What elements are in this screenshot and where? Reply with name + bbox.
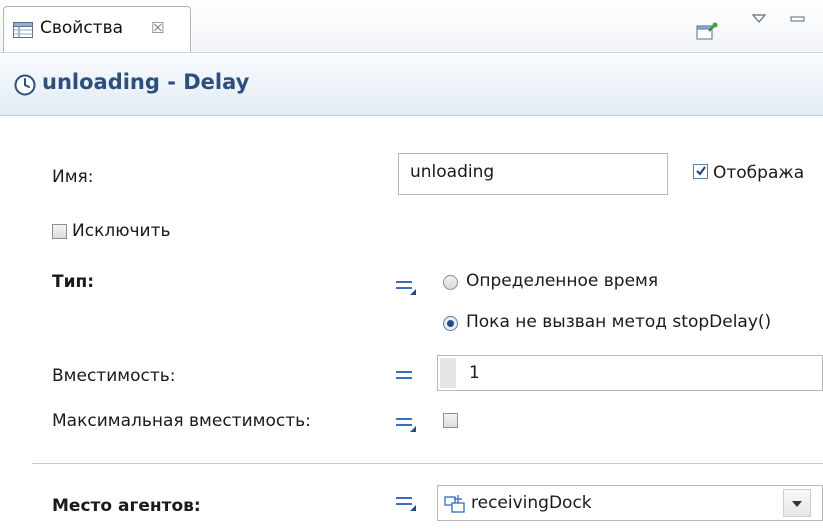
page-title: unloading - Delay bbox=[42, 70, 250, 94]
agent-location-label: Место агентов: bbox=[52, 496, 201, 516]
capacity-value: 1 bbox=[469, 363, 480, 383]
name-label: Имя: bbox=[52, 167, 94, 187]
capacity-label: Вместимость: bbox=[52, 366, 176, 386]
pin-view-icon[interactable] bbox=[696, 22, 718, 42]
type-label: Тип: bbox=[52, 272, 95, 292]
type-option-fixed-radio[interactable] bbox=[443, 275, 458, 290]
network-node-icon bbox=[444, 495, 465, 513]
clock-icon bbox=[14, 74, 36, 96]
tab-close-icon[interactable]: ☒ bbox=[151, 19, 164, 37]
capacity-grip bbox=[440, 358, 456, 388]
static-value-toggle-icon[interactable] bbox=[393, 492, 419, 514]
capacity-input[interactable]: 1 bbox=[437, 355, 823, 391]
view-tab-bar: Свойства ☒ bbox=[0, 0, 823, 53]
type-option-stopdelay-radio[interactable] bbox=[443, 316, 458, 331]
properties-header: unloading - Delay bbox=[0, 53, 823, 116]
max-capacity-checkbox[interactable] bbox=[443, 413, 458, 428]
name-input-value: unloading bbox=[410, 162, 495, 182]
exclude-label: Исключить bbox=[72, 221, 171, 241]
chevron-down-icon[interactable] bbox=[783, 489, 811, 517]
tab-title: Свойства bbox=[40, 18, 124, 38]
show-name-label: Отобража bbox=[713, 163, 805, 183]
minimize-icon[interactable] bbox=[790, 16, 806, 24]
static-value-toggle-icon[interactable] bbox=[393, 276, 419, 298]
section-divider bbox=[32, 463, 823, 464]
type-option-fixed-label: Определенное время bbox=[466, 271, 659, 291]
equals-icon bbox=[396, 371, 412, 379]
agent-location-select[interactable]: receivingDock bbox=[437, 485, 823, 521]
exclude-checkbox[interactable] bbox=[52, 224, 67, 239]
agent-location-value: receivingDock bbox=[471, 493, 592, 513]
show-name-checkbox[interactable] bbox=[693, 164, 708, 179]
tab-properties[interactable]: Свойства ☒ bbox=[3, 6, 191, 52]
static-value-toggle-icon[interactable] bbox=[393, 413, 419, 435]
max-capacity-label: Максимальная вместимость: bbox=[52, 411, 311, 431]
properties-table-icon bbox=[13, 22, 33, 38]
view-menu-icon[interactable] bbox=[752, 14, 766, 24]
type-option-stopdelay-label: Пока не вызван метод stopDelay() bbox=[466, 312, 772, 332]
name-input[interactable]: unloading bbox=[398, 153, 668, 195]
